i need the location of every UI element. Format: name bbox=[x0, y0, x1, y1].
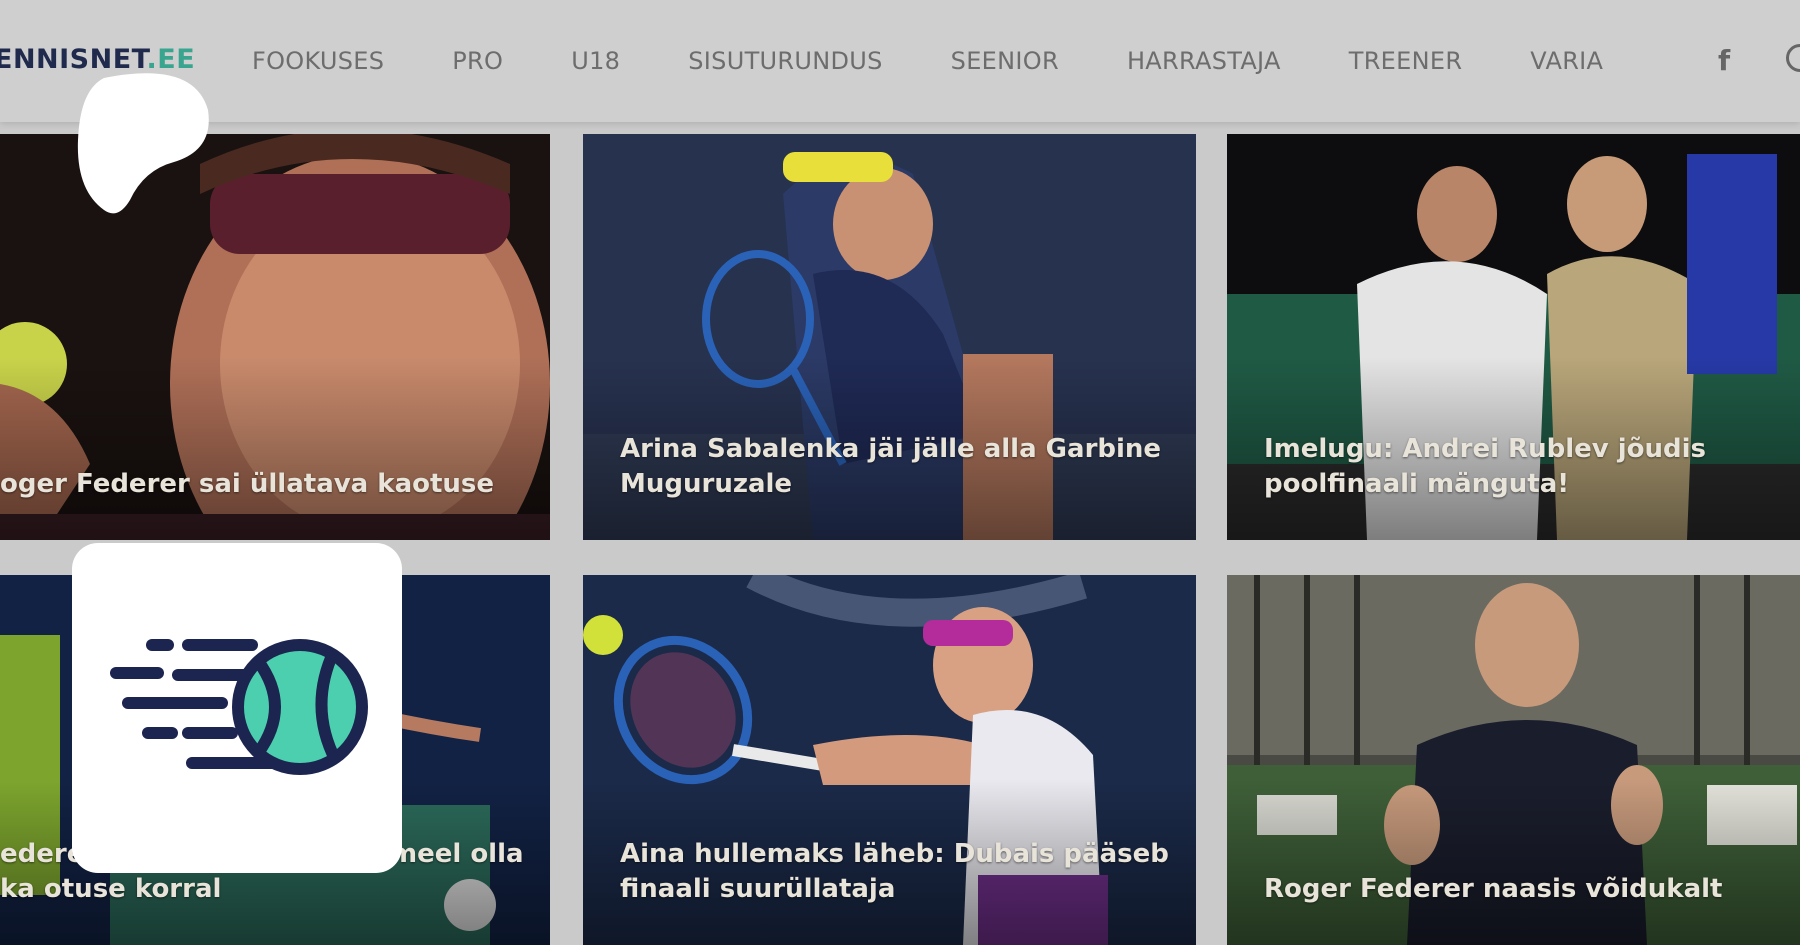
speech-blob-icon bbox=[77, 73, 209, 214]
tennis-ball-speed-icon bbox=[110, 639, 368, 775]
search-icon[interactable] bbox=[1786, 44, 1800, 72]
nav-item-sisuturundus[interactable]: SISUTURUNDUS bbox=[688, 47, 882, 75]
nav-item-seenior[interactable]: SEENIOR bbox=[951, 47, 1059, 75]
nav-item-pro[interactable]: PRO bbox=[452, 47, 503, 75]
page: ENNISNET.EE FOOKUSES PRO U18 SISUTURUNDU… bbox=[0, 0, 1800, 945]
article-card-3[interactable]: Imelugu: Andrei Rublev jõudis poolfinaal… bbox=[1227, 134, 1800, 540]
article-title-1: oger Federer sai üllatava kaotuse bbox=[0, 469, 495, 499]
nav-item-treener[interactable]: TREENER bbox=[1349, 47, 1463, 75]
facebook-icon[interactable]: f bbox=[1718, 44, 1730, 77]
caption-shade bbox=[0, 357, 550, 540]
main-nav: FOOKUSES PRO U18 SISUTURUNDUS SEENIOR HA… bbox=[252, 47, 1671, 75]
nav-item-fookuses[interactable]: FOOKUSES bbox=[252, 47, 384, 75]
article-title-3: Imelugu: Andrei Rublev jõudis poolfinaal… bbox=[1264, 434, 1707, 499]
article-card-5[interactable]: Aina hullemaks läheb: Dubais pääseb fina… bbox=[583, 575, 1196, 945]
article-title-6: Roger Federer naasis võidukalt bbox=[1264, 874, 1723, 904]
article-title-5: Aina hullemaks läheb: Dubais pääseb fina… bbox=[620, 839, 1169, 904]
article-card-6[interactable]: Roger Federer naasis võidukalt bbox=[1227, 575, 1800, 945]
nav-item-u18[interactable]: U18 bbox=[571, 47, 620, 75]
caption-shade bbox=[1227, 778, 1800, 945]
site-header: ENNISNET.EE FOOKUSES PRO U18 SISUTURUNDU… bbox=[0, 0, 1800, 122]
app-icon-tile[interactable] bbox=[72, 543, 402, 873]
article-title-2: Arina Sabalenka jäi jälle alla Garbine M… bbox=[620, 434, 1162, 499]
nav-item-harrastaja[interactable]: HARRASTAJA bbox=[1127, 47, 1281, 75]
nav-item-varia[interactable]: VARIA bbox=[1530, 47, 1603, 75]
article-card-2[interactable]: Arina Sabalenka jäi jälle alla Garbine M… bbox=[583, 134, 1196, 540]
